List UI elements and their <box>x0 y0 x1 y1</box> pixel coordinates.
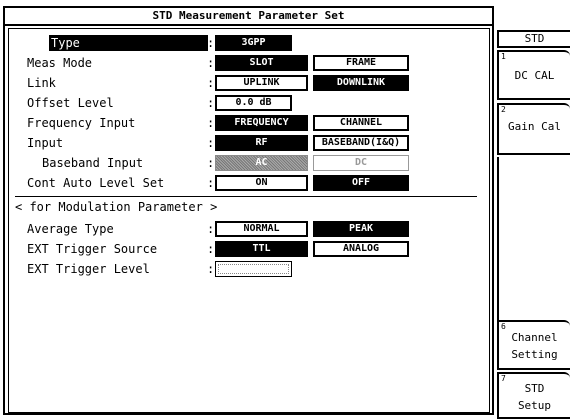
softkey-menu: STD 1 DC CAL 2 Gain Cal 6 Channel Settin… <box>497 30 570 419</box>
softkey-label-line1: STD <box>524 382 545 395</box>
softkey-label: Gain Cal <box>508 120 561 133</box>
input-label: Input <box>27 136 64 150</box>
row-ext-trigger-level: EXT Trigger Level : <box>9 259 489 279</box>
row-link: Link : UPLINK DOWNLINK <box>9 73 489 93</box>
colon: : <box>207 176 215 190</box>
offset-level-label: Offset Level <box>27 96 114 110</box>
row-frequency-input: Frequency Input : FREQUENCY CHANNEL <box>9 113 489 133</box>
section-divider <box>15 196 477 197</box>
link-uplink-button[interactable]: UPLINK <box>215 75 308 91</box>
softkey-number: 1 <box>501 52 506 61</box>
ext-trigger-source-label: EXT Trigger Source <box>27 242 158 256</box>
colon: : <box>207 96 215 110</box>
frequency-input-channel-button[interactable]: CHANNEL <box>313 115 409 131</box>
meas-mode-slot-button[interactable]: SLOT <box>215 55 308 71</box>
ext-trigger-source-ttl-button[interactable]: TTL <box>215 241 308 257</box>
row-average-type: Average Type : NORMAL PEAK <box>9 219 489 239</box>
ext-trigger-source-analog-button[interactable]: ANALOG <box>313 241 409 257</box>
baseband-input-ac-button: AC <box>215 155 308 171</box>
baseband-input-label: Baseband Input <box>42 156 144 170</box>
cont-auto-level-on-button[interactable]: ON <box>215 175 308 191</box>
softkey-empty-area <box>497 157 570 320</box>
row-ext-trigger-source: EXT Trigger Source : TTL ANALOG <box>9 239 489 259</box>
colon: : <box>207 36 215 50</box>
average-type-normal-button[interactable]: NORMAL <box>215 221 308 237</box>
colon: : <box>207 76 215 90</box>
colon: : <box>207 262 215 276</box>
softkey-label-line2: Setup <box>517 399 552 412</box>
modulation-section-heading: < for Modulation Parameter > <box>15 200 218 214</box>
colon: : <box>207 136 215 150</box>
link-label: Link <box>27 76 56 90</box>
softkey-label-line1: Channel <box>511 331 558 344</box>
colon: : <box>207 156 215 170</box>
ext-trigger-level-field <box>215 261 292 277</box>
input-rf-button[interactable]: RF <box>215 135 308 151</box>
softkey-label-line2: Setting <box>511 348 558 361</box>
panel-title: STD Measurement Parameter Set <box>5 8 492 26</box>
average-type-label: Average Type <box>27 222 114 236</box>
softkey-gain-cal[interactable]: 2 Gain Cal <box>497 103 570 155</box>
offset-level-field[interactable]: 0.0 dB <box>215 95 292 111</box>
softkey-menu-title: STD <box>497 30 570 48</box>
meas-mode-frame-button[interactable]: FRAME <box>313 55 409 71</box>
type-label: Type <box>49 35 208 51</box>
softkey-number: 2 <box>501 105 506 114</box>
link-downlink-button[interactable]: DOWNLINK <box>313 75 409 91</box>
row-baseband-input: Baseband Input : AC DC <box>9 153 489 173</box>
row-meas-mode: Meas Mode : SLOT FRAME <box>9 53 489 73</box>
row-input: Input : RF BASEBAND(I&Q) <box>9 133 489 153</box>
parameter-area: Type : 3GPP Meas Mode : SLOT FRAME Link … <box>8 28 490 413</box>
average-type-peak-button[interactable]: PEAK <box>313 221 409 237</box>
frequency-input-frequency-button[interactable]: FREQUENCY <box>215 115 308 131</box>
meas-mode-label: Meas Mode <box>27 56 93 70</box>
cont-auto-level-off-button[interactable]: OFF <box>313 175 409 191</box>
softkey-channel-setting[interactable]: 6 Channel Setting <box>497 320 570 370</box>
cont-auto-level-label: Cont Auto Level Set <box>27 176 165 190</box>
parameter-panel: STD Measurement Parameter Set Type : 3GP… <box>3 6 494 415</box>
frequency-input-label: Frequency Input <box>27 116 136 130</box>
input-baseband-button[interactable]: BASEBAND(I&Q) <box>313 135 409 151</box>
type-value[interactable]: 3GPP <box>215 35 292 51</box>
row-cont-auto-level: Cont Auto Level Set : ON OFF <box>9 173 489 193</box>
colon: : <box>207 116 215 130</box>
row-offset-level: Offset Level : 0.0 dB <box>9 93 489 113</box>
colon: : <box>207 222 215 236</box>
row-type: Type : 3GPP <box>9 33 489 53</box>
baseband-input-dc-button: DC <box>313 155 409 171</box>
softkey-std-setup[interactable]: 7 STD Setup <box>497 372 570 419</box>
softkey-dc-cal[interactable]: 1 DC CAL <box>497 50 570 100</box>
colon: : <box>207 56 215 70</box>
ext-trigger-level-label: EXT Trigger Level <box>27 262 150 276</box>
softkey-label: DC CAL <box>514 69 555 82</box>
colon: : <box>207 242 215 256</box>
